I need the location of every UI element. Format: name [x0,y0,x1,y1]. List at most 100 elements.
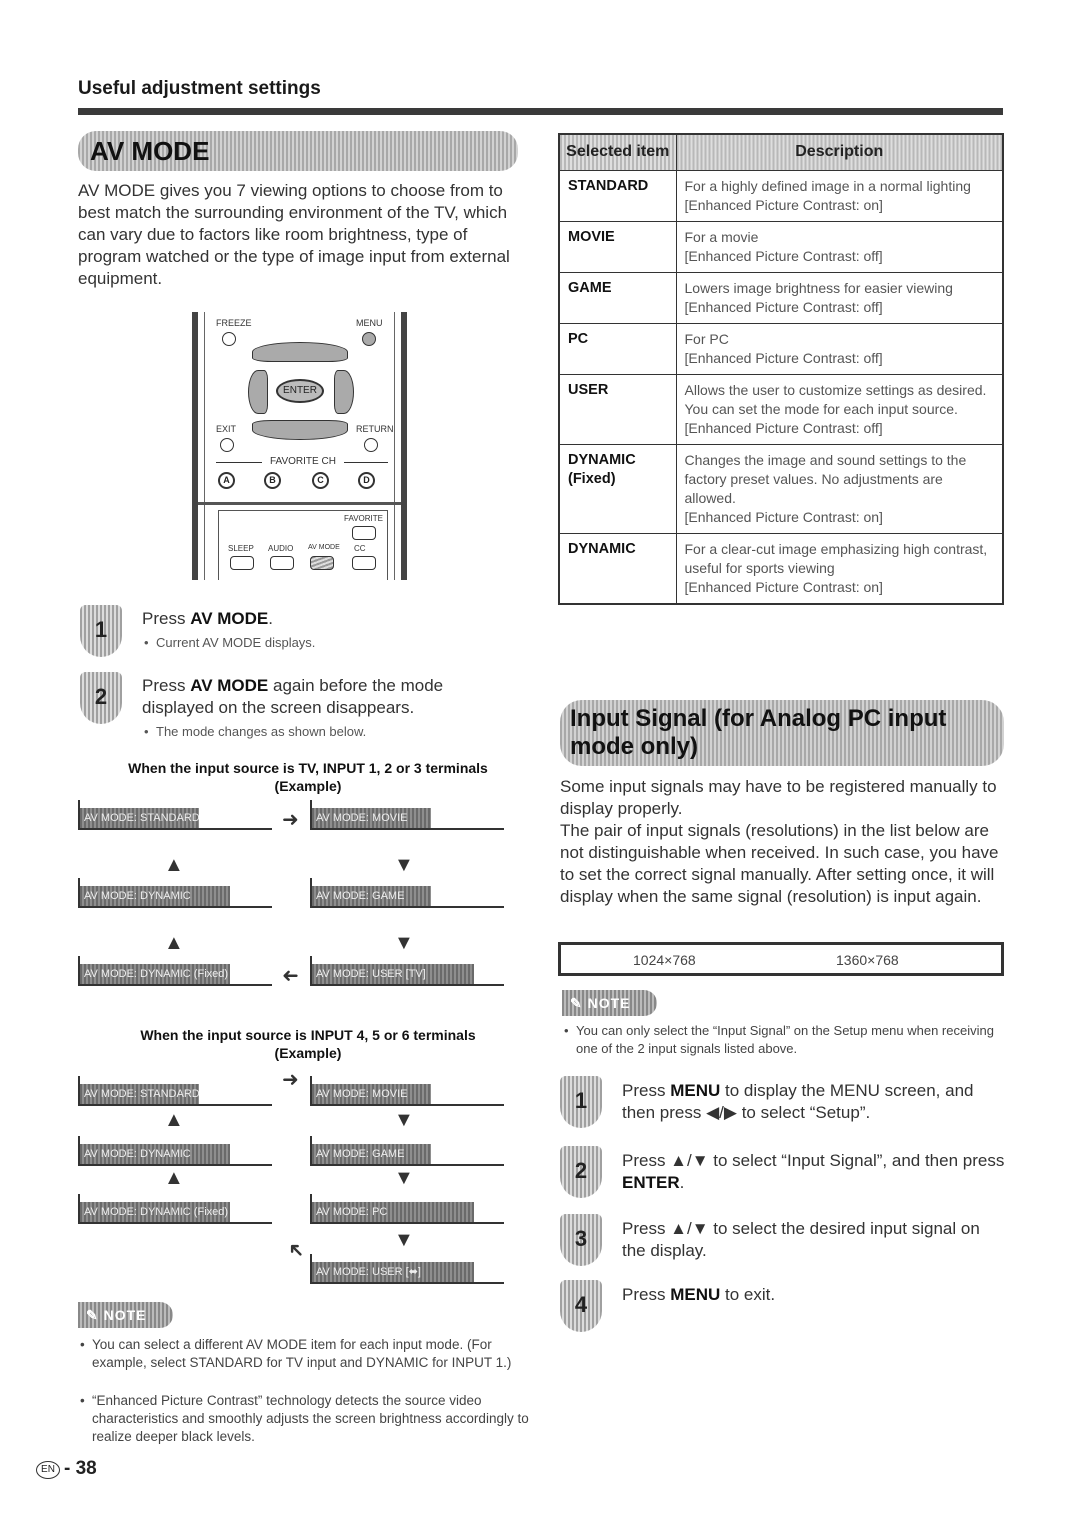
divider [216,462,262,463]
divider [344,462,388,463]
description-line: [Enhanced Picture Contrast: off] [684,419,883,436]
remote-edge [204,312,205,580]
osd-label: AV MODE: USER [TV] [312,964,474,984]
table-cell-description: For a movie [Enhanced Picture Contrast: o… [675,220,1004,273]
osd-label: AV MODE: DYNAMIC [80,1144,230,1164]
table-cell-description: Allows the user to customize settings as… [675,373,1004,445]
note-item: “Enhanced Picture Contrast” technology d… [80,1392,532,1446]
resolution-item: 1024×768 [633,952,696,968]
table-cell-description: Lowers image brightness for easier viewi… [675,271,1004,324]
return-label: RETURN [356,424,394,434]
flow-title: When the input source is INPUT 4, 5 or 6… [78,1026,538,1062]
osd-box: AV MODE: STANDARD [78,1076,272,1106]
page-number: EN - 38 [36,1458,97,1480]
description-line: [Enhanced Picture Contrast: off] [684,247,883,264]
osd-label: AV MODE: DYNAMIC (Fixed) [80,964,230,984]
table-row: GAME Lowers image brightness for easier v… [558,271,1004,324]
step-text: Press ▲/▼ to select “Input Signal”, and … [622,1150,1007,1194]
table-cell-item: STANDARD [558,169,677,222]
osd-label: AV MODE: MOVIE [312,1084,431,1104]
description-line: [Enhanced Picture Contrast: on] [684,508,883,525]
osd-label: AV MODE: STANDARD [80,808,200,828]
table-cell-item: MOVIE [558,220,677,273]
favorite-ch-label: FAVORITE CH [270,456,336,467]
audio-label: AUDIO [268,544,294,553]
divider [198,502,401,505]
remote-edge [394,312,395,580]
note-label: NOTE [587,995,631,1011]
step-badge: 3 [560,1214,602,1266]
arrow-up-icon: ▲ [164,1167,184,1189]
osd-box: AV MODE: USER [⬌] [310,1254,504,1284]
step-text: Press ▲/▼ to select the desired input si… [622,1218,1007,1262]
input-signal-para: The pair of input signals (resolutions) … [560,821,999,906]
exit-label: EXIT [216,424,237,434]
table-cell-description: For PC [Enhanced Picture Contrast: off] [675,322,1004,375]
description-line: Allows the user to customize settings as… [684,381,987,417]
description-line: For PC [684,330,729,347]
return-button [364,438,378,452]
cc-label: CC [354,544,366,553]
table-row: USER Allows the user to customize setting… [558,373,1004,445]
cc-key [352,556,376,570]
favorite-b-button: B [264,472,281,489]
page-number-text: - 38 [64,1458,97,1479]
osd-box: AV MODE: MOVIE [310,1076,504,1106]
av-mode-key [310,556,334,570]
osd-label: AV MODE: USER [⬌] [312,1262,474,1282]
table-cell-item: PC [558,322,677,375]
table-cell-item: USER [558,373,677,445]
step-bullet: Current AV MODE displays. [144,634,315,652]
arrow-down-icon: ▼ [394,932,414,954]
osd-box: AV MODE: USER [TV] [310,956,504,986]
arrow-up-icon: ▲ [164,932,184,954]
table-cell-description: Changes the image and sound settings to … [675,443,1004,534]
step-bullet: The mode changes as shown below. [144,723,366,741]
osd-label: AV MODE: DYNAMIC [80,886,230,906]
sleep-label: SLEEP [228,544,254,553]
step-text: Press MENU to display the MENU screen, a… [622,1080,1007,1124]
osd-box: AV MODE: MOVIE [310,800,504,830]
exit-button [220,438,234,452]
step-text-pre: Press ▲/▼ to select the desired input si… [622,1219,980,1260]
osd-box: AV MODE: DYNAMIC (Fixed) [78,956,272,986]
flow-subtitle: (Example) [274,778,342,794]
step-text: Press MENU to exit. [622,1284,1007,1306]
description-line: [Enhanced Picture Contrast: on] [684,578,883,595]
step-text-pre: Press [142,676,191,695]
description-line: Lowers image brightness for easier viewi… [684,279,953,296]
arrow-right-icon: ➜ [282,1069,299,1091]
input-signal-heading: Input Signal (for Analog PC input mode o… [560,700,1004,766]
arrow-down-icon: ▼ [394,1167,414,1189]
step-text-pre: Press [622,1081,671,1100]
step-text-pre: Press [622,1285,671,1304]
table-cell-description: For a highly defined image in a normal l… [675,169,1004,222]
arrow-left-icon: ➜ [282,965,299,987]
remote-edge [401,312,407,580]
osd-box: AV MODE: STANDARD [78,800,272,830]
note-badge: ✎ NOTE [562,990,657,1016]
av-mode-intro: AV MODE gives you 7 viewing options to c… [78,181,510,288]
down-arrow-button [252,420,348,440]
note-item: You can select a different AV MODE item … [80,1336,532,1372]
menu-button [362,332,376,346]
favorite-label: FAVORITE [344,514,383,523]
osd-label: AV MODE: MOVIE [312,808,431,828]
osd-label: AV MODE: GAME [312,1144,431,1164]
sleep-key [230,556,254,570]
menu-label: MENU [356,318,383,328]
flow-title-text: When the input source is TV, INPUT 1, 2 … [128,760,488,776]
step-text: Press AV MODE again before the mode disp… [142,675,512,719]
table-row: STANDARD For a highly defined image in a … [558,169,1004,222]
up-arrow-button [252,342,348,362]
description-line: For a highly defined image in a normal l… [684,177,971,194]
step-text-pre: Press ▲/▼ to select “Input Signal”, and … [622,1151,1005,1170]
note-item: You can only select the “Input Signal” o… [564,1022,1006,1058]
freeze-button [222,332,236,346]
osd-label: AV MODE: PC [312,1202,474,1222]
osd-label: AV MODE: DYNAMIC (Fixed) [80,1202,230,1222]
step-badge: 1 [560,1076,602,1128]
note-label: NOTE [103,1307,147,1323]
description-line: For a movie [684,228,759,245]
description-line: For a clear-cut image emphasizing high c… [684,540,988,576]
